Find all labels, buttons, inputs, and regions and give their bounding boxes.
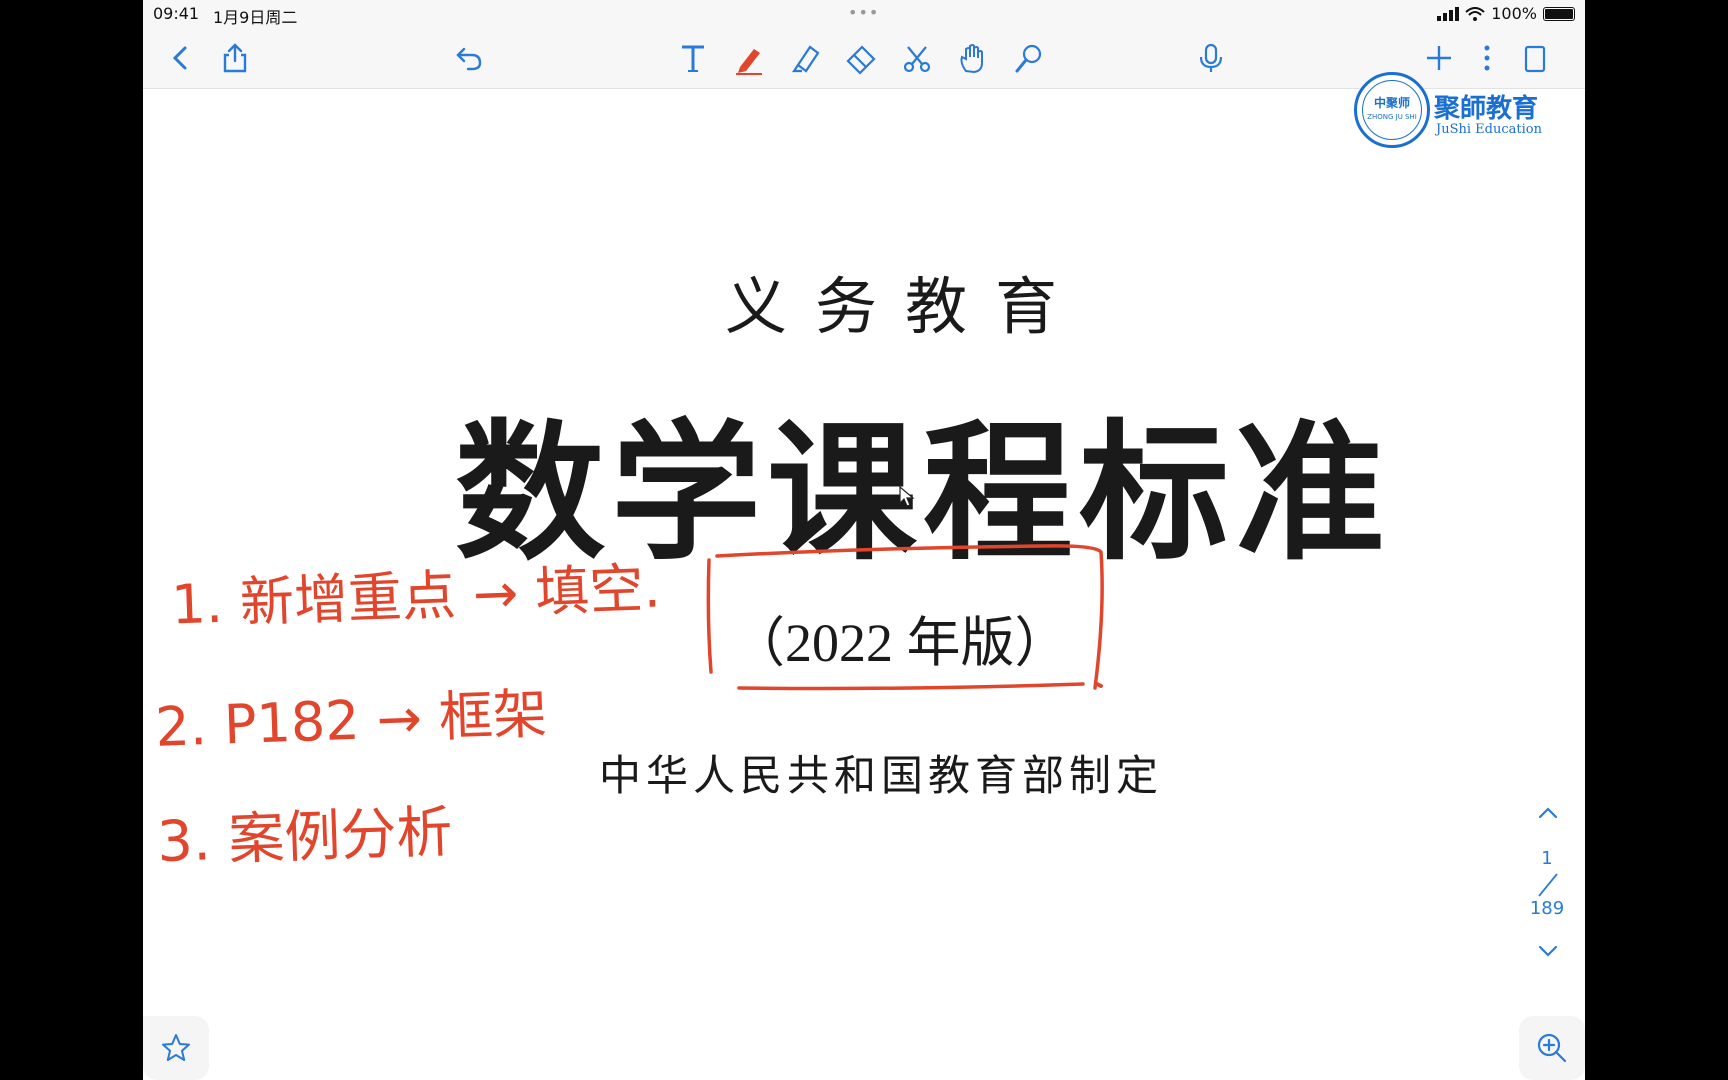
jushi-education-logo: 中聚师 ZHONG JU SHI 聚師教育 JuShi Education <box>1354 72 1564 154</box>
pen-tool-icon[interactable] <box>729 38 769 78</box>
star-icon <box>162 1034 190 1061</box>
document-subtitle: 义务教育 <box>725 270 1086 343</box>
zoom-button[interactable] <box>1519 1016 1585 1080</box>
laser-pointer-icon[interactable] <box>1009 38 1049 78</box>
hand-tool-icon[interactable] <box>953 38 993 78</box>
status-time: 09:41 <box>153 4 200 23</box>
status-date: 1月9日周二 <box>213 8 298 27</box>
handwritten-note-1: 1. 新增重点 → 填空. <box>170 556 662 637</box>
ipad-screen: 09:41 1月9日周二 ••• 100% 义务教育 数学课程标准 （2022 … <box>143 0 1585 1080</box>
logo-name-cn: 聚師教育 <box>1434 94 1539 124</box>
microphone-icon[interactable] <box>1191 38 1231 78</box>
page-divider <box>1538 873 1558 897</box>
lasso-scissors-icon[interactable] <box>897 38 937 78</box>
mouse-cursor-icon <box>899 486 915 507</box>
highlighter-tool-icon[interactable] <box>785 38 825 78</box>
back-icon[interactable] <box>161 38 201 78</box>
favorite-button[interactable] <box>143 1016 209 1080</box>
multitasking-dots[interactable]: ••• <box>848 3 879 22</box>
status-bar: 09:41 1月9日周二 ••• 100% <box>143 0 1585 27</box>
handwritten-note-3: 3. 案例分析 <box>156 799 454 876</box>
logo-seal: 中聚师 ZHONG JU SHI <box>1354 72 1430 148</box>
zoom-in-icon <box>1537 1033 1567 1063</box>
document-issuer: 中华人民共和国教育部制定 <box>599 751 1164 800</box>
battery-icon <box>1543 6 1575 21</box>
logo-name-en: JuShi Education <box>1436 122 1542 137</box>
logo-seal-text: 中聚师 <box>1373 96 1410 110</box>
page-total: 189 <box>1529 898 1565 919</box>
status-indicators: 100% <box>1437 4 1575 23</box>
share-icon[interactable] <box>215 38 255 78</box>
battery-percent: 100% <box>1491 4 1537 23</box>
undo-icon[interactable] <box>449 38 489 78</box>
page-up-chevron-icon[interactable] <box>1535 800 1561 826</box>
handwritten-note-2: 2. P182 → 框架 <box>154 682 549 759</box>
page-current: 1 <box>1541 848 1553 869</box>
ink-dot <box>1095 682 1103 688</box>
document-edition: （2022 年版） <box>731 613 1069 673</box>
eraser-tool-icon[interactable] <box>841 38 881 78</box>
page-down-chevron-icon[interactable] <box>1535 938 1561 964</box>
wifi-icon <box>1465 6 1485 21</box>
cellular-signal-icon <box>1437 6 1460 21</box>
logo-seal-sub: ZHONG JU SHI <box>1367 113 1417 121</box>
text-tool-icon[interactable] <box>673 38 713 78</box>
